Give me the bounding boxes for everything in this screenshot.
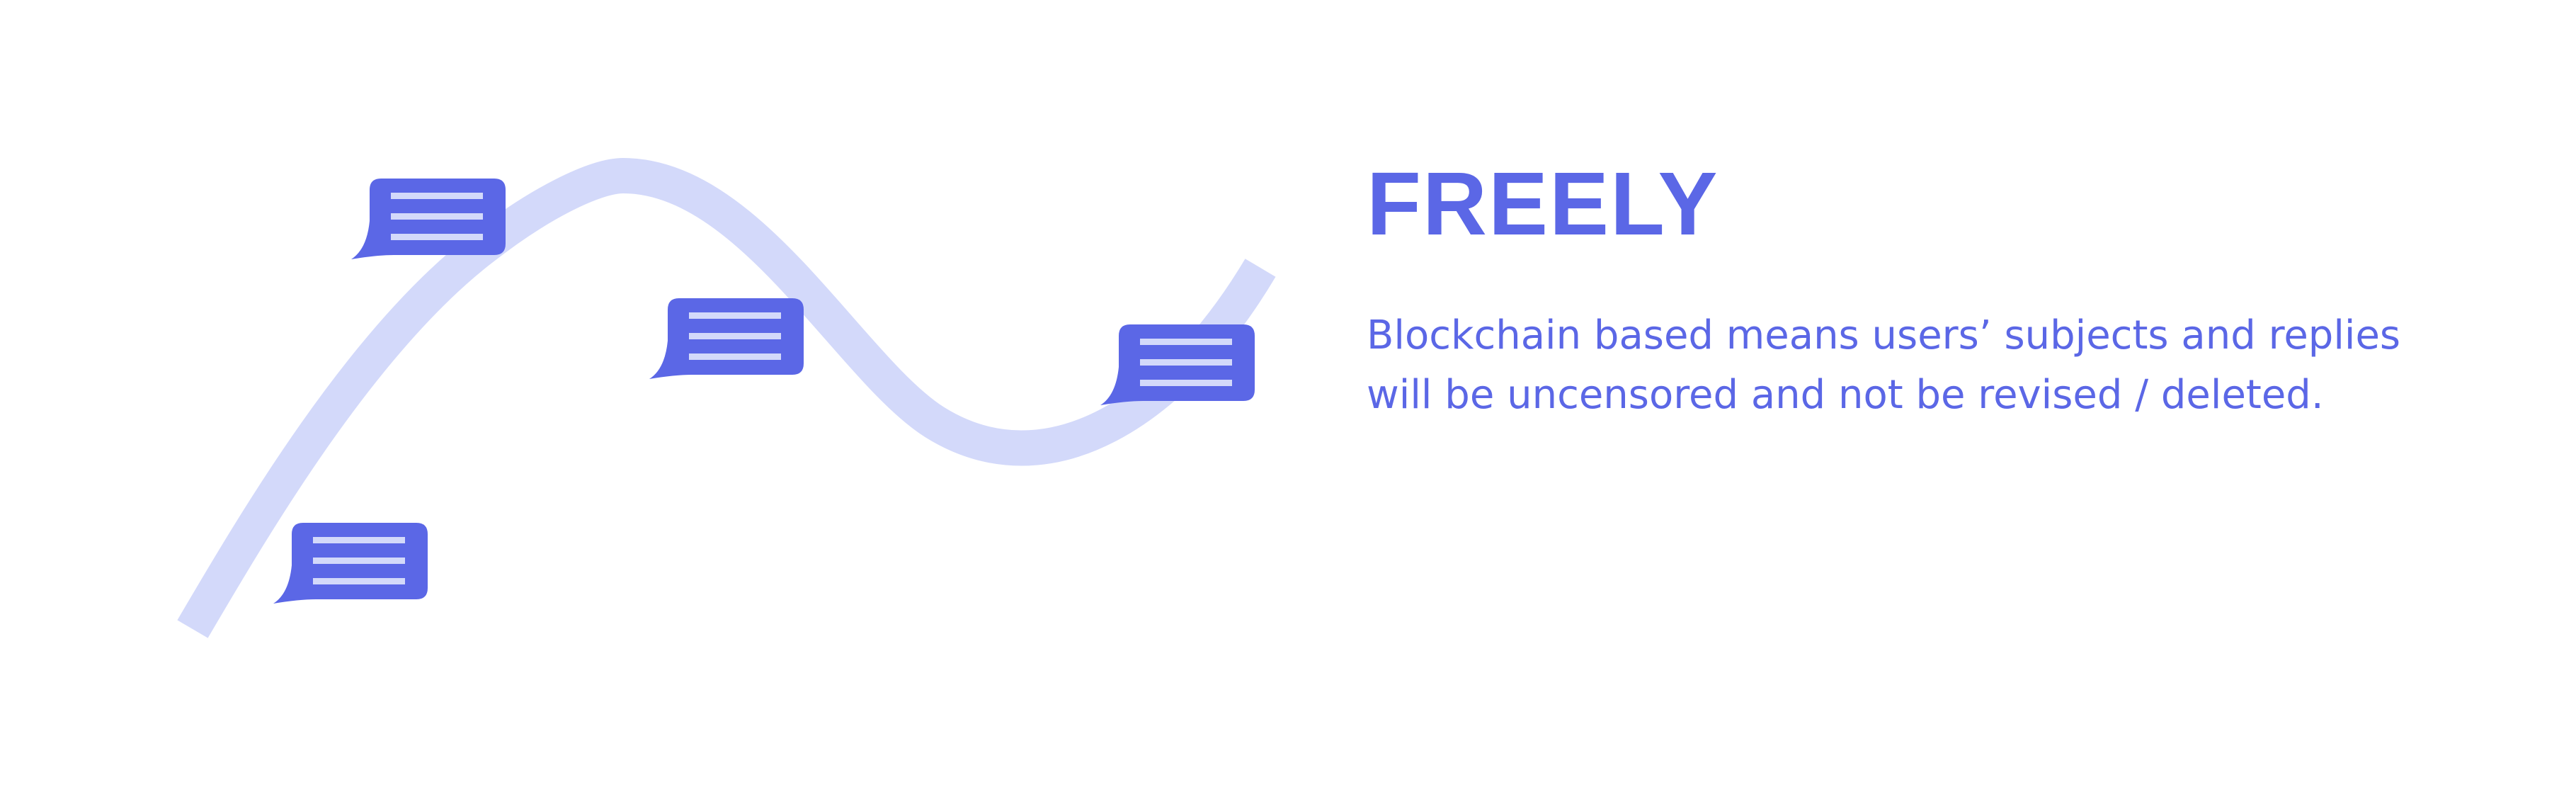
message-bubble-icon: [351, 179, 506, 259]
feature-text: FREELY Blockchain based means users’ sub…: [1367, 154, 2500, 425]
message-bubble-icon: [649, 298, 804, 379]
description-line: will be uncensored and not be revised / …: [1367, 372, 2324, 418]
feature-panel: FREELY Blockchain based means users’ sub…: [0, 0, 2576, 792]
message-bubble-icon: [1100, 324, 1255, 405]
feature-description: Blockchain based means users’ subjects a…: [1367, 306, 2500, 425]
wave-illustration: [177, 157, 1276, 638]
description-line: Blockchain based means users’ subjects a…: [1367, 312, 2401, 358]
feature-title: FREELY: [1367, 154, 1719, 254]
message-bubble-icon: [273, 523, 428, 604]
